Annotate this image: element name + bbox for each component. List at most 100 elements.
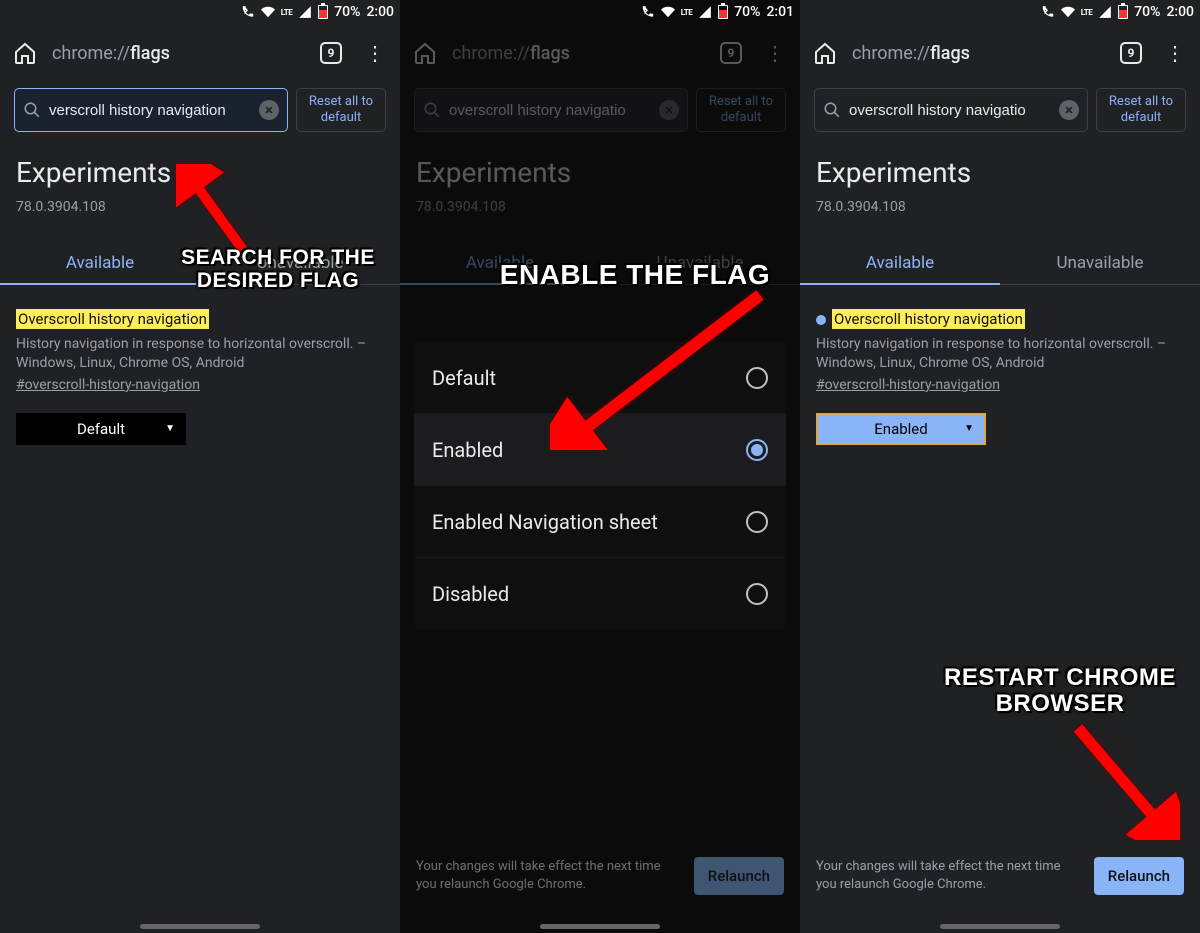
gesture-pill: [140, 924, 260, 929]
url-bar[interactable]: chrome://flags: [852, 43, 1104, 64]
volte-icon: [241, 5, 255, 19]
signal-icon: [1098, 5, 1112, 19]
tab-count: 9: [720, 42, 742, 64]
tab-unavailable[interactable]: Unavailable: [200, 243, 400, 285]
relaunch-note: Your changes will take effect the next t…: [816, 858, 1084, 893]
tab-available[interactable]: Available: [800, 243, 1000, 285]
flag-title: Overscroll history navigation: [16, 309, 209, 329]
tab-available[interactable]: Available: [0, 243, 200, 285]
overflow-menu-icon[interactable]: ⋮: [758, 36, 792, 70]
experiments-heading: Experiments: [400, 138, 800, 195]
signal-icon: [298, 5, 312, 19]
relaunch-footer: Your changes will take effect the next t…: [400, 845, 800, 907]
battery-percent: 70%: [1134, 4, 1160, 20]
relaunch-button[interactable]: Relaunch: [1094, 857, 1184, 895]
chrome-version: 78.0.3904.108: [400, 195, 800, 215]
flag-dropdown[interactable]: Default ▼: [16, 413, 186, 445]
flag-options-popup: Default Enabled Enabled Navigation sheet…: [414, 342, 786, 630]
flags-tabs: Available Unavailable: [400, 243, 800, 285]
experiments-heading: Experiments: [0, 138, 400, 195]
url-path: flags: [530, 43, 570, 64]
battery-icon: [318, 5, 328, 19]
battery-icon: [718, 5, 728, 19]
battery-percent: 70%: [334, 4, 360, 20]
url-prefix: chrome://: [52, 43, 130, 64]
reset-all-button[interactable]: Reset all to default: [696, 88, 786, 132]
option-disabled[interactable]: Disabled: [414, 558, 786, 630]
changed-dot-icon: [816, 315, 826, 325]
status-bar: LTE 70% 2:01: [400, 0, 800, 24]
status-bar: LTE 70% 2:00: [0, 0, 400, 24]
clock: 2:00: [1166, 4, 1194, 20]
clear-search-icon[interactable]: [659, 100, 679, 120]
chevron-down-icon: ▼: [964, 423, 974, 434]
reset-all-button[interactable]: Reset all to default: [1096, 88, 1186, 132]
option-label: Default: [432, 366, 496, 390]
tab-unavailable[interactable]: Unavailable: [1000, 243, 1200, 285]
tab-count: 9: [320, 42, 342, 64]
search-icon: [423, 101, 441, 119]
radio-icon: [746, 511, 768, 533]
clock: 2:00: [366, 4, 394, 20]
flag-dropdown[interactable]: Enabled ▼: [816, 413, 986, 445]
chrome-version: 78.0.3904.108: [800, 195, 1200, 215]
overflow-menu-icon[interactable]: ⋮: [358, 36, 392, 70]
tab-count: 9: [1120, 42, 1142, 64]
dropdown-value: Default: [77, 420, 125, 438]
home-icon[interactable]: [808, 36, 842, 70]
search-text[interactable]: [49, 102, 251, 119]
tab-switcher[interactable]: 9: [1114, 36, 1148, 70]
reset-all-button[interactable]: Reset all to default: [296, 88, 386, 132]
chevron-down-icon: ▼: [165, 423, 175, 434]
flags-tabs: Available Unavailable: [800, 243, 1200, 285]
chrome-version: 78.0.3904.108: [0, 195, 400, 215]
search-icon: [23, 101, 41, 119]
flag-title: Overscroll history navigation: [832, 309, 1025, 329]
wifi-icon: [261, 5, 275, 19]
flags-search-input[interactable]: [414, 88, 688, 132]
signal-icon: [698, 5, 712, 19]
omnibox-row: chrome://flags 9 ⋮: [800, 24, 1200, 82]
relaunch-button[interactable]: Relaunch: [694, 857, 784, 895]
url-prefix: chrome://: [452, 43, 530, 64]
search-text[interactable]: [849, 102, 1051, 119]
flag-description: History navigation in response to horizo…: [816, 335, 1184, 373]
option-label: Enabled: [432, 438, 503, 462]
tab-unavailable[interactable]: Unavailable: [600, 243, 800, 285]
flag-hash[interactable]: #overscroll-history-navigation: [816, 377, 1184, 393]
wifi-icon: [1061, 5, 1075, 19]
clear-search-icon[interactable]: [1059, 100, 1079, 120]
url-bar[interactable]: chrome://flags: [452, 43, 704, 64]
option-label: Enabled Navigation sheet: [432, 510, 658, 534]
omnibox-row: chrome://flags 9 ⋮: [0, 24, 400, 82]
flag-hash[interactable]: #overscroll-history-navigation: [16, 377, 384, 393]
wifi-icon: [661, 5, 675, 19]
option-default[interactable]: Default: [414, 342, 786, 414]
option-enabled[interactable]: Enabled: [414, 414, 786, 486]
gesture-pill: [540, 924, 660, 929]
url-bar[interactable]: chrome://flags: [52, 43, 304, 64]
flags-search-input[interactable]: [814, 88, 1088, 132]
dropdown-value: Enabled: [874, 420, 927, 438]
clear-search-icon[interactable]: [259, 100, 279, 120]
home-icon[interactable]: [408, 36, 442, 70]
experiments-heading: Experiments: [800, 138, 1200, 195]
overflow-menu-icon[interactable]: ⋮: [1158, 36, 1192, 70]
radio-icon: [746, 439, 768, 461]
network-label: LTE: [281, 8, 292, 17]
relaunch-note: Your changes will take effect the next t…: [416, 858, 684, 893]
home-icon[interactable]: [8, 36, 42, 70]
battery-percent: 70%: [734, 4, 760, 20]
status-bar: LTE 70% 2:00: [800, 0, 1200, 24]
flag-item: Overscroll history navigation History na…: [0, 285, 400, 399]
option-enabled-nav-sheet[interactable]: Enabled Navigation sheet: [414, 486, 786, 558]
flags-search-input[interactable]: [14, 88, 288, 132]
volte-icon: [641, 5, 655, 19]
tab-available[interactable]: Available: [400, 243, 600, 285]
tab-switcher[interactable]: 9: [314, 36, 348, 70]
battery-icon: [1118, 5, 1128, 19]
search-text[interactable]: [449, 102, 651, 119]
radio-icon: [746, 583, 768, 605]
omnibox-row: chrome://flags 9 ⋮: [400, 24, 800, 82]
tab-switcher[interactable]: 9: [714, 36, 748, 70]
